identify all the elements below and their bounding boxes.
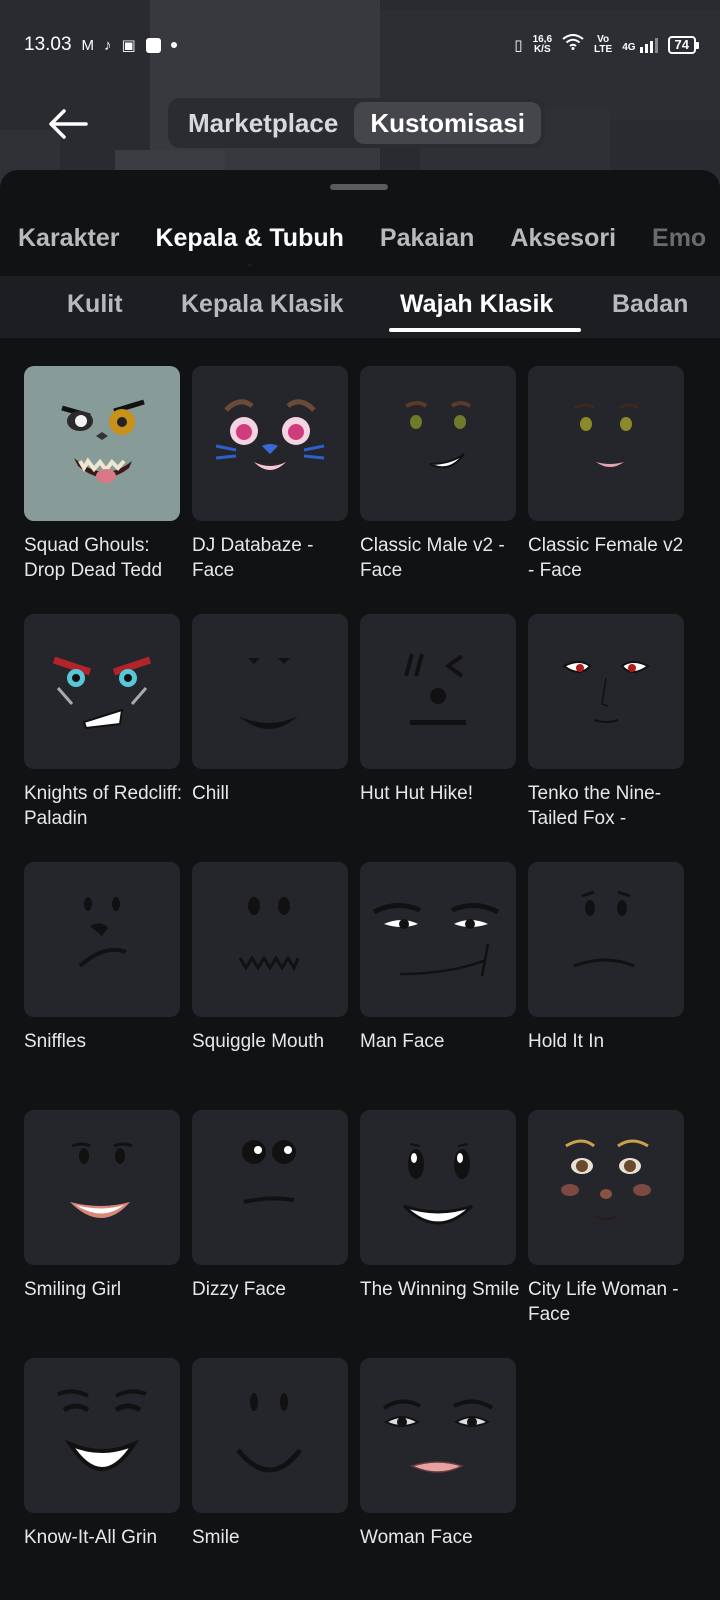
tab-kustomisasi[interactable]: Kustomisasi	[354, 102, 541, 144]
winning-smile-face-icon	[360, 1110, 516, 1265]
item-card[interactable]: Classic Male v2 - Face	[360, 366, 516, 583]
item-card[interactable]: Smile	[192, 1358, 348, 1550]
smiling-girl-face-icon	[24, 1110, 180, 1265]
item-name: Knights of Redcliff: Paladin	[24, 783, 183, 829]
man-face-icon	[360, 862, 516, 1017]
vibrate-icon: ▯	[514, 37, 523, 54]
item-name: Tenko the Nine-Tailed Fox -	[528, 783, 662, 829]
item-card[interactable]: Man Face	[360, 862, 516, 1054]
tab-emo[interactable]: Emo	[652, 224, 706, 253]
item-card[interactable]: Smiling Girl	[24, 1110, 180, 1302]
item-name: Hut Hut Hike!	[360, 783, 473, 804]
item-card[interactable]: Sniffles	[24, 862, 180, 1054]
classic-female-face-icon	[528, 366, 684, 521]
app-icon: ▣	[121, 37, 136, 54]
item-card[interactable]: DJ Databaze - Face	[192, 366, 348, 583]
smile-face-icon	[192, 1358, 348, 1513]
item-card[interactable]: City Life Woman - Face	[528, 1110, 684, 1327]
item-card[interactable]: Know-It-All Grin	[24, 1358, 180, 1550]
hut-hut-hike-face-icon	[360, 614, 516, 769]
item-card[interactable]: Hut Hut Hike!	[360, 614, 516, 806]
item-name: Hold It In	[528, 1031, 605, 1052]
city-life-woman-face-icon	[528, 1110, 684, 1265]
item-name: City Life Woman - Face	[528, 1279, 679, 1325]
active-subtab-indicator	[389, 328, 581, 332]
status-time: 13.03	[24, 34, 72, 55]
battery-indicator: 74	[667, 36, 700, 54]
category-tabs: Karakter Kepala & Tubuh Pakaian Aksesori…	[0, 210, 720, 266]
zombie-face-icon	[24, 366, 180, 521]
item-name: Classic Male v2 - Face	[360, 535, 505, 581]
back-arrow-icon[interactable]	[46, 104, 90, 144]
volte-indicator: Vo LTE	[594, 34, 613, 55]
paladin-face-icon	[24, 614, 180, 769]
item-card[interactable]: Squiggle Mouth	[192, 862, 348, 1054]
status-bar: 13.03 M ♪ ▣ ▯ 16,6 K/S Vo LTE 4G 74	[0, 0, 720, 90]
know-it-all-grin-face-icon	[24, 1358, 180, 1513]
notification-icon	[145, 37, 161, 53]
item-name: Smile	[192, 1527, 240, 1548]
item-card[interactable]: Hold It In	[528, 862, 684, 1054]
tab-aksesori[interactable]: Aksesori	[510, 224, 616, 253]
item-card[interactable]: Chill	[192, 614, 348, 806]
item-name: Know-It-All Grin	[24, 1527, 158, 1548]
tab-karakter[interactable]: Karakter	[18, 224, 119, 253]
cat-face-icon	[192, 366, 348, 521]
more-notifications-icon	[170, 42, 177, 48]
fox-face-icon	[528, 614, 684, 769]
item-name: Woman Face	[360, 1527, 473, 1548]
item-card[interactable]: The Winning Smile	[360, 1110, 519, 1302]
item-card[interactable]: Tenko the Nine-Tailed Fox -	[528, 614, 684, 831]
item-name: Dizzy Face	[192, 1279, 286, 1300]
item-card[interactable]: Woman Face	[360, 1358, 516, 1550]
subtab-kulit[interactable]: Kulit	[67, 290, 123, 319]
item-card[interactable]: Squad Ghouls: Drop Dead Tedd	[24, 366, 180, 583]
item-name: Sniffles	[24, 1031, 86, 1052]
item-card[interactable]: Classic Female v2 - Face	[528, 366, 684, 583]
subcategory-bar: Kulit Kepala Klasik Wajah Klasik Badan	[0, 276, 720, 338]
item-name: Chill	[192, 783, 229, 804]
subtab-kepala-klasik[interactable]: Kepala Klasik	[181, 290, 344, 319]
dizzy-face-icon	[192, 1110, 348, 1265]
wifi-icon	[562, 34, 584, 56]
woman-face-icon	[360, 1358, 516, 1513]
item-name: The Winning Smile	[360, 1279, 520, 1300]
item-name: Squiggle Mouth	[192, 1031, 325, 1052]
net-speed: 16,6 K/S	[532, 34, 553, 55]
subtab-wajah-klasik[interactable]: Wajah Klasik	[400, 290, 553, 319]
sniffles-face-icon	[24, 862, 180, 1017]
subtab-badan[interactable]: Badan	[612, 290, 688, 319]
item-name: Man Face	[360, 1031, 445, 1052]
item-card[interactable]: Knights of Redcliff: Paladin	[24, 614, 182, 831]
signal-icon: 4G	[622, 37, 658, 53]
hold-it-in-face-icon	[528, 862, 684, 1017]
mode-switcher: Marketplace Kustomisasi	[168, 98, 545, 148]
item-name: Smiling Girl	[24, 1279, 122, 1300]
customization-sheet: Karakter Kepala & Tubuh Pakaian Aksesori…	[0, 170, 720, 1600]
tiktok-icon: ♪	[104, 36, 112, 54]
squiggle-mouth-face-icon	[192, 862, 348, 1017]
tab-kepala-tubuh[interactable]: Kepala & Tubuh	[155, 224, 344, 266]
tab-marketplace[interactable]: Marketplace	[172, 102, 354, 144]
item-name: Squad Ghouls: Drop Dead Tedd	[24, 535, 163, 581]
classic-male-face-icon	[360, 366, 516, 521]
item-name: Classic Female v2 - Face	[528, 535, 684, 581]
tab-pakaian[interactable]: Pakaian	[380, 224, 475, 253]
chill-face-icon	[192, 614, 348, 769]
sheet-drag-handle[interactable]	[330, 184, 388, 190]
item-name: DJ Databaze - Face	[192, 535, 314, 581]
item-card[interactable]: Dizzy Face	[192, 1110, 348, 1302]
gmail-icon: M	[81, 36, 95, 54]
